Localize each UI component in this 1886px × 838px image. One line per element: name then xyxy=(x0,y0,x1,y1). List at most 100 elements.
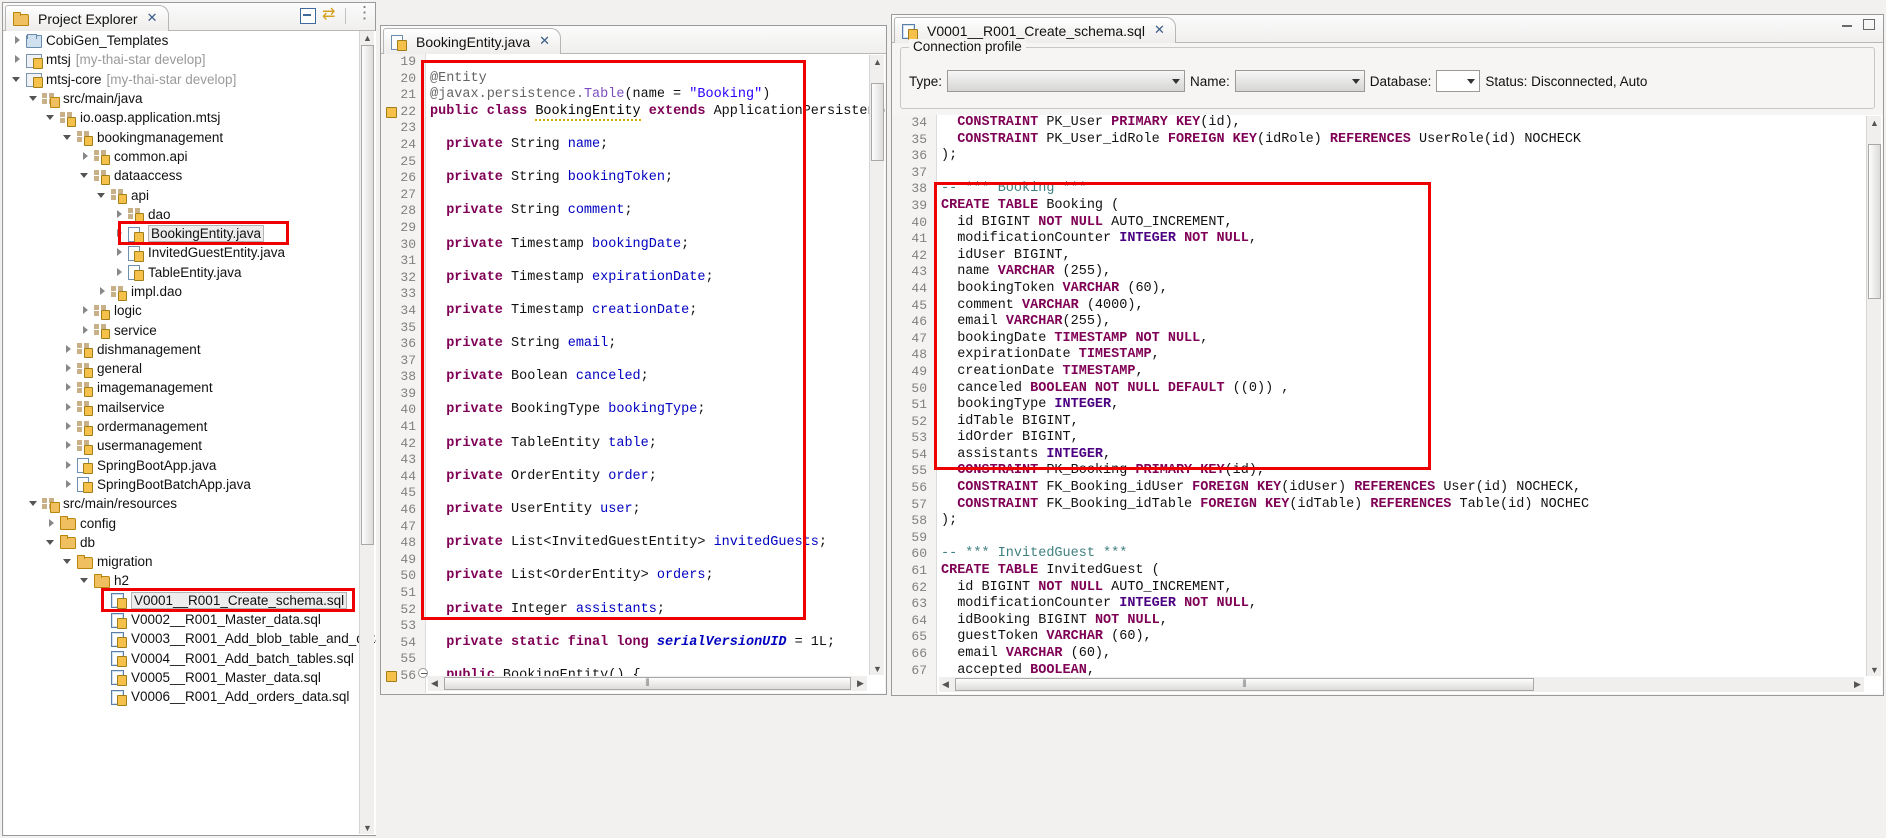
tree-item-mailservice[interactable]: mailservice xyxy=(4,398,376,417)
tree-item-src-main-java[interactable]: src/main/java xyxy=(4,89,376,108)
twisty-collapsed-icon[interactable] xyxy=(63,440,74,451)
tree-item-imagemanagement[interactable]: imagemanagement xyxy=(4,378,376,397)
sql-vertical-scrollbar[interactable]: ▲ ▼ xyxy=(1866,116,1881,676)
tree-item-ordermanagement[interactable]: ordermanagement xyxy=(4,417,376,436)
tree-item-v0003-r001-add-blob-table-and-data-sql[interactable]: V0003__R001_Add_blob_table_and_data.sql xyxy=(4,629,376,648)
tree-item-h2[interactable]: h2 xyxy=(4,571,376,590)
project-explorer-scrollbar[interactable]: ▲ ▼ xyxy=(359,31,374,834)
tree-item-impl-dao[interactable]: impl.dao xyxy=(4,282,376,301)
twisty-expanded-icon[interactable] xyxy=(29,498,40,509)
scroll-up-arrow[interactable]: ▲ xyxy=(1868,116,1881,129)
sql-horizontal-scrollbar[interactable]: ◀ ⦀ ▶ xyxy=(939,677,1864,692)
tree-item-springbootapp-java[interactable]: SpringBootApp.java xyxy=(4,456,376,475)
fold-collapse-icon[interactable] xyxy=(418,667,428,678)
sql-code-area[interactable]: 34 CONSTRAINT PK_User PRIMARY KEY(id), 35… xyxy=(893,115,1882,694)
twisty-collapsed-icon[interactable] xyxy=(12,54,23,65)
twisty-expanded-icon[interactable] xyxy=(80,575,91,586)
twisty-collapsed-icon[interactable] xyxy=(46,518,57,529)
collapse-all-icon[interactable] xyxy=(299,7,316,24)
twisty-collapsed-icon[interactable] xyxy=(114,209,125,220)
twisty-collapsed-icon[interactable] xyxy=(63,344,74,355)
tree-item-io-oasp-application-mtsj[interactable]: io.oasp.application.mtsj xyxy=(4,108,376,127)
twisty-expanded-icon[interactable] xyxy=(29,93,40,104)
twisty-collapsed-icon[interactable] xyxy=(63,460,74,471)
tree-item-dishmanagement[interactable]: dishmanagement xyxy=(4,340,376,359)
scroll-left-arrow[interactable]: ◀ xyxy=(939,678,952,691)
tree-item-tableentity-java[interactable]: TableEntity.java xyxy=(4,263,376,282)
scroll-thumb[interactable] xyxy=(1868,144,1881,299)
tree-item-migration[interactable]: migration xyxy=(4,552,376,571)
scroll-right-arrow[interactable]: ▶ xyxy=(1851,678,1864,691)
tree-item-cobigen-templates[interactable]: CobiGen_Templates xyxy=(4,31,376,50)
tree-item-src-main-resources[interactable]: src/main/resources xyxy=(4,494,376,513)
scroll-down-arrow[interactable]: ▼ xyxy=(361,821,374,834)
twisty-expanded-icon[interactable] xyxy=(63,132,74,143)
twisty-expanded-icon[interactable] xyxy=(12,74,23,85)
scroll-down-arrow[interactable]: ▼ xyxy=(1868,663,1881,676)
java-vertical-scrollbar[interactable]: ▲ ▼ xyxy=(869,55,884,675)
tree-item-dataaccess[interactable]: dataaccess xyxy=(4,166,376,185)
project-tree[interactable]: CobiGen_Templates mtsj [my-thai-star devel… xyxy=(4,31,376,835)
twisty-expanded-icon[interactable] xyxy=(63,556,74,567)
close-icon[interactable]: ✕ xyxy=(1154,23,1165,38)
link-with-editor-icon[interactable] xyxy=(322,4,339,24)
tab-bookingentity-java[interactable]: BookingEntity.java ✕ xyxy=(383,28,562,54)
tree-item-bookingentity-java[interactable]: BookingEntity.java xyxy=(4,224,376,243)
tree-item-v0004-r001-add-batch-tables-sql[interactable]: V0004__R001_Add_batch_tables.sql xyxy=(4,649,376,668)
twisty-collapsed-icon[interactable] xyxy=(63,382,74,393)
scroll-up-arrow[interactable]: ▲ xyxy=(871,55,884,68)
scroll-thumb[interactable] xyxy=(361,45,374,545)
tree-item-dao[interactable]: dao xyxy=(4,205,376,224)
twisty-collapsed-icon[interactable] xyxy=(114,228,125,239)
tree-item-usermanagement[interactable]: usermanagement xyxy=(4,436,376,455)
twisty-collapsed-icon[interactable] xyxy=(80,305,91,316)
tree-item-db[interactable]: db xyxy=(4,533,376,552)
database-combo[interactable] xyxy=(1436,70,1481,92)
minimize-icon[interactable] xyxy=(1841,17,1854,30)
scroll-down-arrow[interactable]: ▼ xyxy=(871,662,884,675)
twisty-collapsed-icon[interactable] xyxy=(80,325,91,336)
tree-item-service[interactable]: service xyxy=(4,320,376,340)
java-horizontal-scrollbar[interactable]: ◀ ⦀ ▶ xyxy=(428,676,867,691)
java-code-area[interactable]: 19 20 @Entity 21 @javax.persistence.Table(na… xyxy=(382,54,885,693)
twisty-expanded-icon[interactable] xyxy=(46,112,57,123)
scroll-right-arrow[interactable]: ▶ xyxy=(854,677,867,690)
type-combo[interactable] xyxy=(947,70,1186,92)
twisty-collapsed-icon[interactable] xyxy=(63,421,74,432)
tree-item-v0001-r001-create-schema-sql[interactable]: V0001__R001_Create_schema.sql xyxy=(4,591,376,610)
twisty-collapsed-icon[interactable] xyxy=(97,286,108,297)
tree-item-general[interactable]: general xyxy=(4,359,376,378)
scroll-thumb[interactable]: ⦀ xyxy=(955,678,1534,691)
tree-item-v0006-r001-add-orders-data-sql[interactable]: V0006__R001_Add_orders_data.sql xyxy=(4,687,376,706)
twisty-expanded-icon[interactable] xyxy=(97,190,108,201)
tree-item-mtsj[interactable]: mtsj [my-thai-star develop] xyxy=(4,50,376,69)
twisty-collapsed-icon[interactable] xyxy=(114,247,125,258)
twisty-collapsed-icon[interactable] xyxy=(12,35,23,46)
twisty-collapsed-icon[interactable] xyxy=(63,402,74,413)
twisty-expanded-icon[interactable] xyxy=(80,170,91,181)
name-combo[interactable] xyxy=(1234,70,1365,92)
scroll-up-arrow[interactable]: ▲ xyxy=(361,31,374,44)
twisty-collapsed-icon[interactable] xyxy=(63,479,74,490)
close-icon[interactable]: ✕ xyxy=(147,11,158,26)
scroll-thumb[interactable] xyxy=(871,83,884,161)
tree-item-config[interactable]: config xyxy=(4,513,376,532)
tree-item-invitedguestentity-java[interactable]: InvitedGuestEntity.java xyxy=(4,243,376,262)
tree-item-logic[interactable]: logic xyxy=(4,301,376,320)
tree-item-common-api[interactable]: common.api xyxy=(4,147,376,166)
tree-item-api[interactable]: api xyxy=(4,185,376,205)
tree-item-bookingmanagement[interactable]: bookingmanagement xyxy=(4,127,376,147)
twisty-collapsed-icon[interactable] xyxy=(63,363,74,374)
tree-item-v0005-r001-master-data-sql[interactable]: V0005__R001_Master_data.sql xyxy=(4,668,376,687)
twisty-expanded-icon[interactable] xyxy=(46,537,57,548)
maximize-icon[interactable] xyxy=(1862,17,1875,30)
view-menu-icon[interactable] xyxy=(352,3,373,24)
twisty-collapsed-icon[interactable] xyxy=(80,151,91,162)
close-icon[interactable]: ✕ xyxy=(539,34,550,49)
tree-item-v0002-r001-master-data-sql[interactable]: V0002__R001_Master_data.sql xyxy=(4,610,376,629)
tab-project-explorer[interactable]: Project Explorer ✕ xyxy=(5,5,169,31)
twisty-collapsed-icon[interactable] xyxy=(114,267,125,278)
scroll-left-arrow[interactable]: ◀ xyxy=(428,677,441,690)
scroll-thumb[interactable]: ⦀ xyxy=(444,677,851,690)
tree-item-mtsj-core[interactable]: mtsj-core [my-thai-star develop] xyxy=(4,70,376,89)
